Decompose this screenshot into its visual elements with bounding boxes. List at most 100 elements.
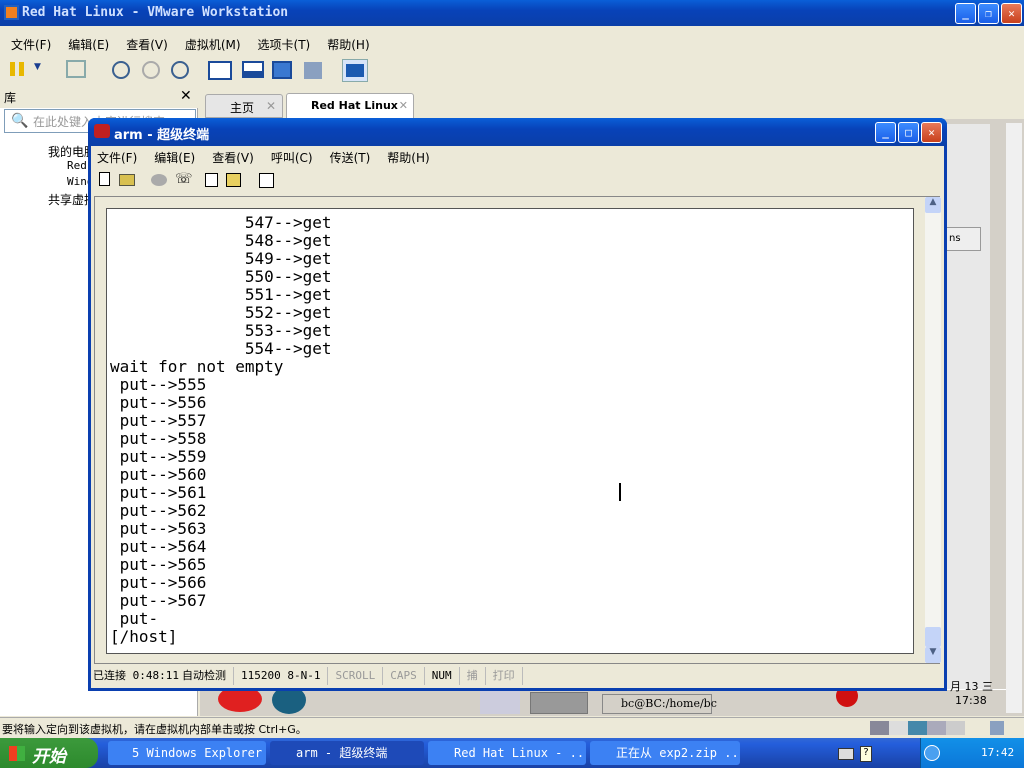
menu-help[interactable]: 帮助(H) — [327, 38, 369, 52]
terminal-menu-bar: 文件(F) 编辑(E) 查看(V) 呼叫(C) 传送(T) 帮助(H) — [97, 149, 447, 166]
vmware-title-bar: Red Hat Linux - VMware Workstation _ ❐ ✕ — [0, 0, 1024, 26]
receive-icon[interactable] — [226, 173, 241, 187]
scroll-down-button[interactable]: ▼ — [925, 647, 941, 663]
terminal-screen[interactable]: 547-->get 548-->get 549-->get 550-->get … — [106, 208, 914, 654]
guest-task-terminal[interactable]: bc@BC:/home/bc — [602, 694, 717, 714]
properties-icon[interactable] — [259, 173, 274, 188]
scroll-thumb[interactable] — [925, 627, 941, 647]
terminal-menu-edit[interactable]: 编辑(E) — [154, 151, 195, 165]
workspace-switcher[interactable] — [530, 692, 588, 714]
window-title: Red Hat Linux - VMware Workstation — [22, 5, 289, 20]
status-scroll: SCROLL — [328, 667, 384, 685]
terminal-line: 553-->get — [110, 321, 332, 340]
printer-icon — [480, 690, 520, 714]
menu-vm[interactable]: 虚拟机(M) — [185, 38, 241, 52]
device-icons[interactable] — [870, 721, 965, 735]
vmware-toolbar: ▼ — [8, 58, 368, 82]
terminal-menu-transfer[interactable]: 传送(T) — [330, 151, 371, 165]
snapshot-icon[interactable] — [112, 61, 130, 79]
terminal-app-icon — [94, 124, 110, 138]
guest-scrollbar[interactable] — [1006, 123, 1022, 713]
fullscreen-icon[interactable] — [272, 61, 292, 79]
menu-view[interactable]: 查看(V) — [126, 38, 168, 52]
tab-redhat[interactable]: Red Hat Linux ✕ — [286, 93, 414, 119]
terminal-line: put- — [110, 609, 159, 628]
sidebar-view-icon[interactable] — [208, 61, 232, 80]
start-button[interactable]: 开始 — [0, 738, 98, 768]
terminal-line: put-->564 — [110, 537, 207, 556]
help-icon[interactable]: ? — [860, 746, 872, 762]
terminal-line: put-->558 — [110, 429, 207, 448]
start-label: 开始 — [32, 747, 66, 767]
taskbar-item-vmware[interactable]: Red Hat Linux - ... — [428, 741, 586, 765]
snapshot-manager-icon[interactable] — [171, 61, 189, 79]
text-cursor — [619, 483, 621, 501]
terminal-menu-view[interactable]: 查看(V) — [212, 151, 254, 165]
close-button[interactable]: ✕ — [1001, 3, 1022, 24]
tab-home[interactable]: 主页 ✕ — [205, 94, 283, 118]
vmware-icon — [4, 5, 19, 20]
tray-expand-icon[interactable] — [924, 745, 940, 761]
close-tab-icon[interactable]: ✕ — [399, 99, 408, 112]
dropdown-icon[interactable]: ▼ — [34, 62, 41, 72]
connect-icon[interactable] — [151, 174, 167, 186]
message-icon[interactable] — [990, 721, 1004, 735]
terminal-minimize-button[interactable]: _ — [875, 122, 896, 143]
terminal-line: put-->566 — [110, 573, 207, 592]
terminal-line: 551-->get — [110, 285, 332, 304]
pause-icon[interactable] — [10, 62, 24, 76]
menu-tabs[interactable]: 选项卡(T) — [258, 38, 311, 52]
terminal-line: 550-->get — [110, 267, 332, 286]
status-detect: 自动检测 — [182, 667, 234, 685]
terminal-line: 554-->get — [110, 339, 332, 358]
send-icon[interactable] — [205, 173, 218, 187]
terminal-menu-file[interactable]: 文件(F) — [97, 151, 137, 165]
summary-icon[interactable] — [304, 62, 322, 79]
minimize-button[interactable]: _ — [955, 3, 976, 24]
terminal-line: put-->563 — [110, 519, 207, 538]
guest-time: 17:38 — [955, 694, 987, 707]
guest-dropdown[interactable]: ns — [946, 227, 981, 251]
taskbar-item-winrar[interactable]: 正在从 exp2.zip ... — [590, 741, 740, 765]
status-baud: 115200 8-N-1 — [234, 667, 329, 685]
network-icon[interactable] — [66, 60, 86, 78]
terminal-status-bar: 已连接 0:48:11 自动检测 115200 8-N-1 SCROLL CAPS NUM… — [91, 667, 944, 687]
menu-edit[interactable]: 编辑(E) — [68, 38, 109, 52]
terminal-menu-help[interactable]: 帮助(H) — [387, 151, 429, 165]
taskbar-item-explorer[interactable]: 5 Windows Explorer — [108, 741, 266, 765]
terminal-maximize-button[interactable]: □ — [898, 122, 919, 143]
terminal-line: put-->561 — [110, 483, 207, 502]
restore-button[interactable]: ❐ — [978, 3, 999, 24]
disconnect-icon[interactable]: ☏ — [175, 171, 193, 187]
guest-date: 月 13 三 — [950, 680, 993, 693]
terminal-line: wait for not empty — [110, 357, 284, 376]
console-view-icon[interactable] — [242, 61, 264, 78]
status-num: NUM — [425, 667, 460, 685]
hyperterminal-window: arm - 超级终端 _ □ ✕ 文件(F) 编辑(E) 查看(V) 呼叫(C) 传送(… — [88, 118, 947, 691]
new-icon[interactable] — [99, 172, 110, 186]
terminal-line: put-->562 — [110, 501, 207, 520]
scroll-up-button[interactable]: ▲ — [925, 197, 941, 213]
terminal-title: arm - 超级终端 — [114, 128, 210, 143]
terminal-menu-call[interactable]: 呼叫(C) — [271, 151, 313, 165]
tray-time: 17:42 — [981, 746, 1015, 759]
terminal-toolbar: ☏ — [97, 170, 297, 190]
open-icon[interactable] — [119, 174, 135, 186]
close-library-icon[interactable]: ✕ — [180, 88, 192, 104]
library-title: 库 — [4, 91, 17, 105]
quick-switch-icon[interactable] — [342, 59, 368, 82]
revert-icon[interactable] — [142, 61, 160, 79]
terminal-line: put-->555 — [110, 375, 207, 394]
terminal-close-button[interactable]: ✕ — [921, 122, 942, 143]
terminal-line: 552-->get — [110, 303, 332, 322]
terminal-scrollbar[interactable]: ▲ ▼ — [925, 197, 941, 663]
search-icon: 🔍 — [11, 113, 29, 129]
keyboard-icon[interactable] — [838, 748, 854, 760]
close-tab-icon[interactable]: ✕ — [266, 99, 276, 113]
status-hint: 要将输入定向到该虚拟机，请在虚拟机内部单击或按 Ctrl+G。 — [2, 723, 307, 736]
menu-file[interactable]: 文件(F) — [11, 38, 51, 52]
terminal-line: put-->559 — [110, 447, 207, 466]
status-connected: 已连接 0:48:11 — [93, 669, 179, 682]
terminal-line: 549-->get — [110, 249, 332, 268]
taskbar-item-hyperterminal[interactable]: arm - 超级终端 — [270, 741, 424, 765]
